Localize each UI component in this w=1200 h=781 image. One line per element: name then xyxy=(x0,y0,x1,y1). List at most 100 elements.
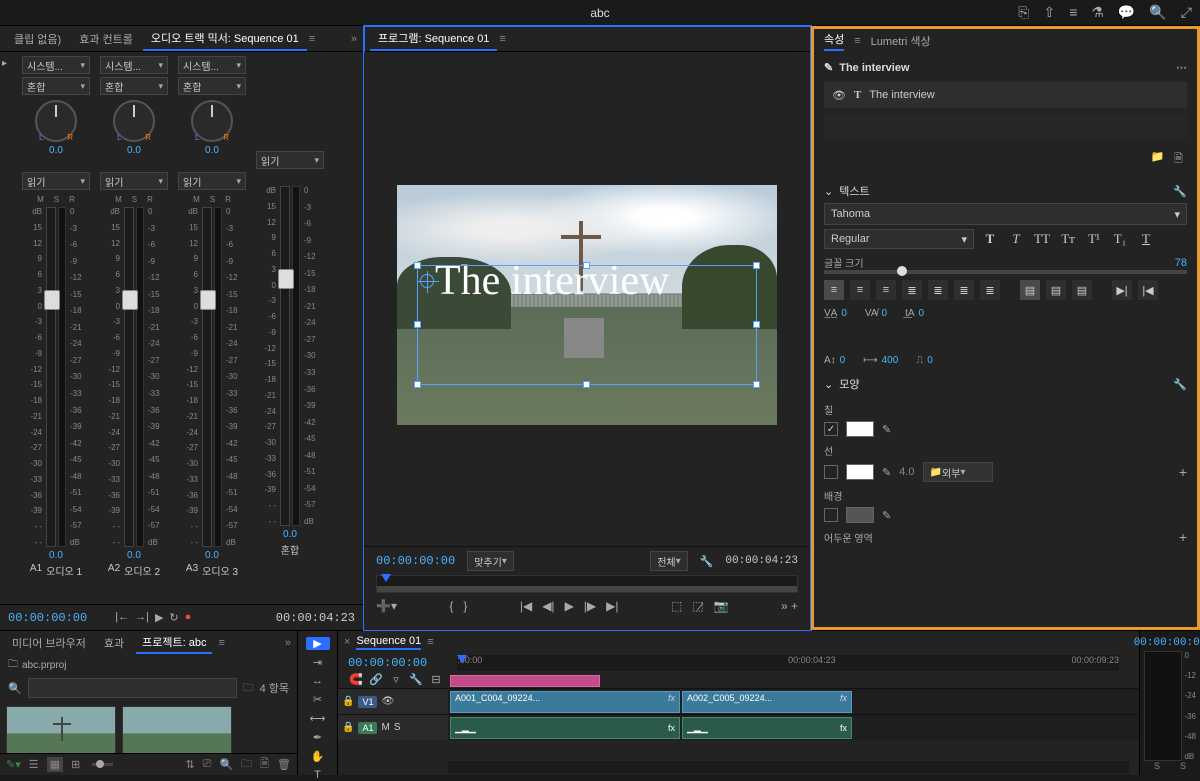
faux-bold-btn[interactable]: T xyxy=(980,229,1000,249)
snap-icon[interactable]: 🧲 xyxy=(348,673,364,686)
video-clip[interactable]: A001_C004_09224...fx xyxy=(450,691,680,713)
baseline-value[interactable]: 0 xyxy=(840,355,846,366)
background-checkbox[interactable] xyxy=(824,508,838,522)
tracking-value[interactable]: 0 xyxy=(841,308,847,319)
automation-select[interactable]: 읽기 xyxy=(178,172,246,190)
project-clip-thumb[interactable] xyxy=(6,706,116,753)
metric-value[interactable]: 0 xyxy=(927,355,933,366)
playhead-icon[interactable] xyxy=(457,655,467,663)
text-bottom-btn[interactable]: ▤ xyxy=(1072,280,1092,300)
volume-fader[interactable] xyxy=(46,207,56,547)
more-icon[interactable]: ⋯ xyxy=(1176,61,1187,74)
new-item-icon[interactable]: 🗎 xyxy=(260,755,269,774)
volume-fader[interactable] xyxy=(280,186,290,526)
go-to-in-icon[interactable]: |◀ xyxy=(520,599,532,613)
caption-icon[interactable]: ⊟ xyxy=(428,673,444,686)
kerning-value[interactable]: 0 xyxy=(882,308,888,319)
tab-effects[interactable]: 효과 xyxy=(98,633,130,653)
tab-source-none[interactable]: 클립 없음) xyxy=(6,28,69,50)
text-layer-row[interactable]: 👁 T The interview xyxy=(824,82,1187,108)
lift-icon[interactable]: ⬚ xyxy=(671,599,682,613)
font-style-select[interactable]: Regular▾ xyxy=(824,229,974,249)
extract-icon[interactable]: ⬚̷ xyxy=(692,599,703,613)
all-caps-btn[interactable]: TT xyxy=(1032,229,1052,249)
pan-knob[interactable]: LR xyxy=(113,100,155,142)
pan-value[interactable]: 0.0 xyxy=(49,145,63,156)
resolution-select[interactable]: 전체 xyxy=(650,551,687,571)
project-search-input[interactable] xyxy=(28,678,237,698)
track-select-tool[interactable]: ⇥ xyxy=(306,656,330,669)
tab-effect-controls[interactable]: 효과 컨트롤 xyxy=(71,28,141,50)
anchor-point-icon[interactable] xyxy=(420,274,434,288)
text-section-header[interactable]: ⌄ 텍스트 🔧 xyxy=(824,179,1187,203)
mark-out-icon[interactable]: } xyxy=(463,599,467,613)
stroke-width-value[interactable]: 4.0 xyxy=(899,466,914,478)
bus-select[interactable]: 시스템... xyxy=(22,56,90,74)
underline-btn[interactable]: T xyxy=(1136,229,1156,249)
add-stroke-icon[interactable]: + xyxy=(1179,464,1187,480)
lock-icon[interactable]: 🔒 xyxy=(342,722,354,733)
stroke-color-swatch[interactable] xyxy=(846,464,874,480)
maximize-icon[interactable]: ⤢ xyxy=(1181,4,1192,21)
automation-select[interactable]: 읽기 xyxy=(100,172,168,190)
slip-tool[interactable]: ⟷ xyxy=(306,712,330,725)
mix-select[interactable]: 혼합 xyxy=(178,77,246,95)
add-shadow-icon[interactable]: + xyxy=(1179,529,1187,545)
selection-tool[interactable]: ▶ xyxy=(306,637,330,650)
ripple-tool[interactable]: ↔ xyxy=(306,675,330,687)
panel-menu-icon[interactable]: ≡ xyxy=(309,33,315,45)
zoom-slider[interactable] xyxy=(92,763,113,766)
folder-icon[interactable]: 📁 xyxy=(1150,150,1164,169)
rtl-btn[interactable]: |◀ xyxy=(1138,280,1158,300)
align-right-btn[interactable]: ≡ xyxy=(876,280,896,300)
eye-icon[interactable]: 👁 xyxy=(832,89,846,102)
mix-select[interactable]: 혼합 xyxy=(22,77,90,95)
tab-sequence[interactable]: Sequence 01 xyxy=(356,635,421,650)
volume-fader[interactable] xyxy=(124,207,134,547)
toggle-output-icon[interactable]: 👁 xyxy=(381,696,394,707)
button-editor-icon[interactable]: » + xyxy=(781,599,798,613)
stroke-position-select[interactable]: 📁 외부 xyxy=(923,462,993,482)
justify-right-btn[interactable]: ≣ xyxy=(954,280,974,300)
background-color-swatch[interactable] xyxy=(846,507,874,523)
video-clip[interactable]: A002_C005_09224...fx xyxy=(682,691,852,713)
mute-btn[interactable]: M xyxy=(37,195,44,204)
eyedropper-icon[interactable]: ✎ xyxy=(882,509,891,522)
subscript-btn[interactable]: T₁ xyxy=(1110,229,1130,249)
audio-clip[interactable]: ▁▂▁fx xyxy=(450,717,680,739)
tab-audio-mixer[interactable]: 오디오 트랙 믹서: Sequence 01 xyxy=(143,27,307,51)
justify-center-btn[interactable]: ≣ xyxy=(928,280,948,300)
pan-knob[interactable]: LR xyxy=(35,100,77,142)
new-layer-icon[interactable]: 🗎 xyxy=(1174,150,1183,169)
marker-icon[interactable]: ▿ xyxy=(388,673,404,686)
close-tab-icon[interactable]: × xyxy=(344,636,350,648)
eyedropper-icon[interactable]: ✎ xyxy=(882,423,891,436)
tsume-value[interactable]: 400 xyxy=(882,355,899,366)
record-btn[interactable]: R xyxy=(69,195,75,204)
faux-italic-btn[interactable]: T xyxy=(1006,229,1026,249)
solo-btn[interactable]: S xyxy=(54,195,59,204)
program-ruler[interactable] xyxy=(376,575,798,593)
new-item-icon[interactable]: ⎘ xyxy=(1018,4,1029,21)
align-center-btn[interactable]: ≡ xyxy=(850,280,870,300)
go-to-in-icon[interactable]: |← xyxy=(115,611,129,624)
program-left-timecode[interactable]: 00:00:00:00 xyxy=(376,554,455,568)
settings-icon[interactable]: 🔧 xyxy=(408,673,424,686)
icon-view-icon[interactable]: ▦ xyxy=(47,757,63,772)
mixer-left-timecode[interactable]: 00:00:00:00 xyxy=(8,611,87,625)
go-to-out-icon[interactable]: ▶| xyxy=(606,599,618,613)
eyedropper-icon[interactable]: ✎ xyxy=(882,466,891,479)
chat-icon[interactable]: 💬 xyxy=(1118,4,1135,21)
appearance-header[interactable]: ⌄ 모양 🔧 xyxy=(824,372,1187,396)
solo-l-btn[interactable]: S xyxy=(1154,761,1160,771)
trash-icon[interactable]: 🗑 xyxy=(277,758,291,771)
stroke-checkbox[interactable] xyxy=(824,465,838,479)
filter-bin-icon[interactable]: 🗀 xyxy=(243,679,254,698)
bus-select[interactable]: 시스템... xyxy=(100,56,168,74)
go-to-out-icon[interactable]: →| xyxy=(135,611,149,624)
settings-icon[interactable]: 🔧 xyxy=(700,555,714,568)
text-bounding-box[interactable] xyxy=(417,265,757,385)
automate-to-seq-icon[interactable]: ⎚ xyxy=(203,758,212,771)
graphic-clip[interactable] xyxy=(450,675,600,687)
text-top-btn[interactable]: ▤ xyxy=(1020,280,1040,300)
